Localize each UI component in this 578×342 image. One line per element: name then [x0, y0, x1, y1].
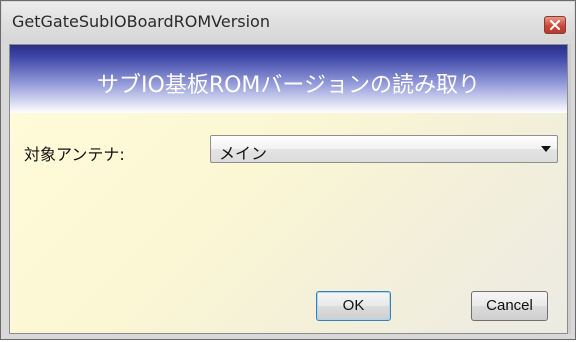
dialog-content: サブIO基板ROMバージョンの読み取り 対象アンテナ: メイン OK Cance… — [9, 44, 568, 334]
form-panel: 対象アンテナ: メイン OK Cancel — [10, 113, 567, 333]
window-title: GetGateSubIOBoardROMVersion — [12, 12, 270, 31]
cancel-button[interactable]: Cancel — [471, 291, 548, 321]
antenna-select[interactable]: メイン — [210, 135, 558, 163]
ok-button[interactable]: OK — [316, 291, 391, 321]
banner-title: サブIO基板ROMバージョンの読み取り — [97, 73, 480, 98]
antenna-label: 対象アンテナ: — [24, 145, 125, 164]
chevron-down-icon — [541, 146, 551, 152]
dialog-window: GetGateSubIOBoardROMVersion サブIO基板ROMバージ… — [0, 0, 576, 340]
close-icon — [550, 20, 560, 30]
antenna-select-value: メイン — [219, 144, 268, 163]
title-bar[interactable]: GetGateSubIOBoardROMVersion — [2, 2, 574, 42]
close-button[interactable] — [544, 16, 566, 34]
header-banner: サブIO基板ROMバージョンの読み取り — [10, 45, 567, 113]
window-border — [568, 44, 571, 334]
